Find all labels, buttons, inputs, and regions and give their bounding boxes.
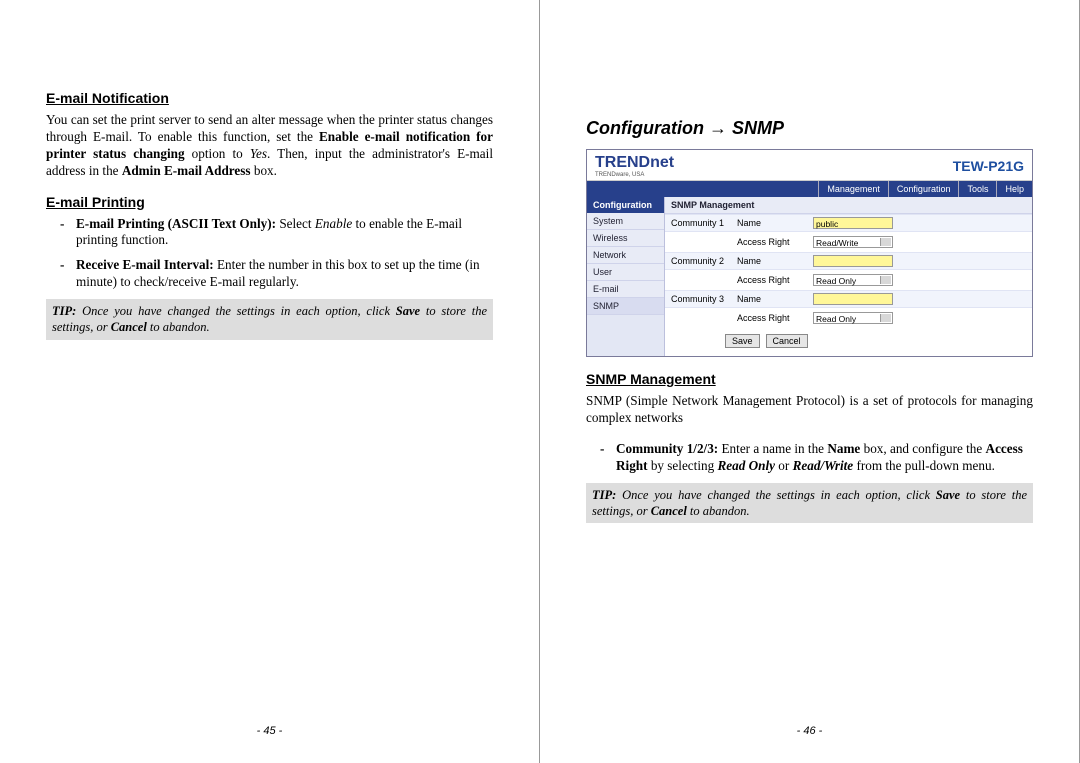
text: or — [775, 458, 793, 473]
text: SNMP — [727, 118, 784, 138]
nav-help[interactable]: Help — [996, 181, 1032, 197]
text: Once you have changed the settings in ea… — [616, 488, 935, 502]
row-c3-name: Community 3 Name — [665, 290, 1032, 308]
text-bold: Save — [396, 304, 420, 318]
navbar: Management Configuration Tools Help — [587, 181, 1032, 197]
page-number-left: - 45 - — [0, 725, 539, 737]
button-row: Save Cancel — [665, 328, 1032, 356]
page-left: E-mail Notification You can set the prin… — [0, 0, 540, 763]
access-select-2[interactable]: Read Only — [813, 274, 893, 286]
nav-management[interactable]: Management — [818, 181, 888, 197]
page-heading: Configuration → SNMP — [586, 118, 1033, 139]
text-bold: Cancel — [651, 504, 687, 518]
shot-header: TRENDnet TEW-P21G — [587, 150, 1032, 181]
text: box, and configure the — [860, 441, 985, 456]
page-number-right: - 46 - — [540, 725, 1079, 737]
text-italic: Yes — [250, 146, 267, 161]
bullet-email-printing-ascii: E-mail Printing (ASCII Text Only): Selec… — [76, 216, 493, 250]
text: to abandon. — [147, 320, 210, 334]
text-bold: E-mail Printing (ASCII Text Only): — [76, 216, 276, 231]
page-right: Configuration → SNMP TRENDnet TEW-P21G M… — [540, 0, 1080, 763]
row-c2-name: Community 2 Name — [665, 252, 1032, 270]
text-italic: Enable — [315, 216, 352, 231]
sidebar-head: Configuration — [587, 197, 664, 213]
field-label: Access Right — [737, 313, 807, 323]
field-label: Name — [737, 218, 807, 228]
row-c1-name: Community 1 Name public — [665, 214, 1032, 232]
access-select-1[interactable]: Read/Write — [813, 236, 893, 248]
sidebar-item-user[interactable]: User — [587, 264, 664, 281]
snmp-body: SNMP (Simple Network Management Protocol… — [586, 393, 1033, 427]
section-title-email-notification: E-mail Notification — [46, 90, 493, 106]
nav-configuration[interactable]: Configuration — [888, 181, 959, 197]
panel: SNMP Management Community 1 Name public … — [665, 197, 1032, 356]
sidebar-item-network[interactable]: Network — [587, 247, 664, 264]
section-title-email-printing: E-mail Printing — [46, 194, 493, 210]
text-bold: Receive E-mail Interval: — [76, 257, 214, 272]
model-label: TEW-P21G — [953, 158, 1024, 174]
name-input-2[interactable] — [813, 255, 893, 267]
text-bold: Admin E-mail Address — [122, 163, 251, 178]
screenshot-snmp: TRENDnet TEW-P21G Management Configurati… — [586, 149, 1033, 357]
field-label: Access Right — [737, 237, 807, 247]
row-c3-access: Access Right Read Only — [665, 308, 1032, 328]
sidebar-item-wireless[interactable]: Wireless — [587, 230, 664, 247]
sidebar: Configuration System Wireless Network Us… — [587, 197, 665, 356]
text: Select — [276, 216, 315, 231]
group-label: Community 3 — [671, 294, 731, 304]
tip-label: TIP: — [52, 304, 76, 318]
tip-label: TIP: — [592, 488, 616, 502]
text: option to — [185, 146, 250, 161]
text-bold: Name — [827, 441, 860, 456]
shot-body: Configuration System Wireless Network Us… — [587, 197, 1032, 356]
arrow-icon: → — [709, 118, 727, 138]
field-label: Name — [737, 294, 807, 304]
text: to abandon. — [687, 504, 750, 518]
text: Enter a name in the — [718, 441, 827, 456]
sidebar-item-email[interactable]: E-mail — [587, 281, 664, 298]
field-label: Name — [737, 256, 807, 266]
bullet-community: Community 1/2/3: Enter a name in the Nam… — [616, 441, 1033, 475]
bullet-receive-email-interval: Receive E-mail Interval: Enter the numbe… — [76, 257, 493, 291]
panel-rows: Community 1 Name public Access Right Rea… — [665, 214, 1032, 356]
text-bold: Save — [936, 488, 960, 502]
text-bold: Cancel — [111, 320, 147, 334]
text: box. — [251, 163, 277, 178]
group-label: Community 2 — [671, 256, 731, 266]
text: from the pull-down menu. — [853, 458, 995, 473]
row-c1-access: Access Right Read/Write — [665, 232, 1032, 252]
nav-tools[interactable]: Tools — [958, 181, 996, 197]
sidebar-item-system[interactable]: System — [587, 213, 664, 230]
text: by selecting — [648, 458, 718, 473]
text-italic: Read/Write — [793, 458, 854, 473]
field-label: Access Right — [737, 275, 807, 285]
trendnet-logo: TRENDnet — [595, 154, 674, 178]
text: Configuration — [586, 118, 709, 138]
tip-box-right: TIP: Once you have changed the settings … — [586, 483, 1033, 524]
text-bold: Community 1/2/3: — [616, 441, 718, 456]
panel-title: SNMP Management — [665, 197, 1032, 214]
text-italic: Read Only — [717, 458, 775, 473]
tip-box-left: TIP: Once you have changed the settings … — [46, 299, 493, 340]
sidebar-item-snmp[interactable]: SNMP — [587, 298, 664, 315]
row-c2-access: Access Right Read Only — [665, 270, 1032, 290]
group-label: Community 1 — [671, 218, 731, 228]
name-input-3[interactable] — [813, 293, 893, 305]
cancel-button[interactable]: Cancel — [766, 334, 808, 348]
save-button[interactable]: Save — [725, 334, 760, 348]
access-select-3[interactable]: Read Only — [813, 312, 893, 324]
email-notification-body: You can set the print server to send an … — [46, 112, 493, 180]
section-title-snmp-mgmt: SNMP Management — [586, 371, 1033, 387]
name-input-1[interactable]: public — [813, 217, 893, 229]
text: Once you have changed the settings in ea… — [76, 304, 395, 318]
